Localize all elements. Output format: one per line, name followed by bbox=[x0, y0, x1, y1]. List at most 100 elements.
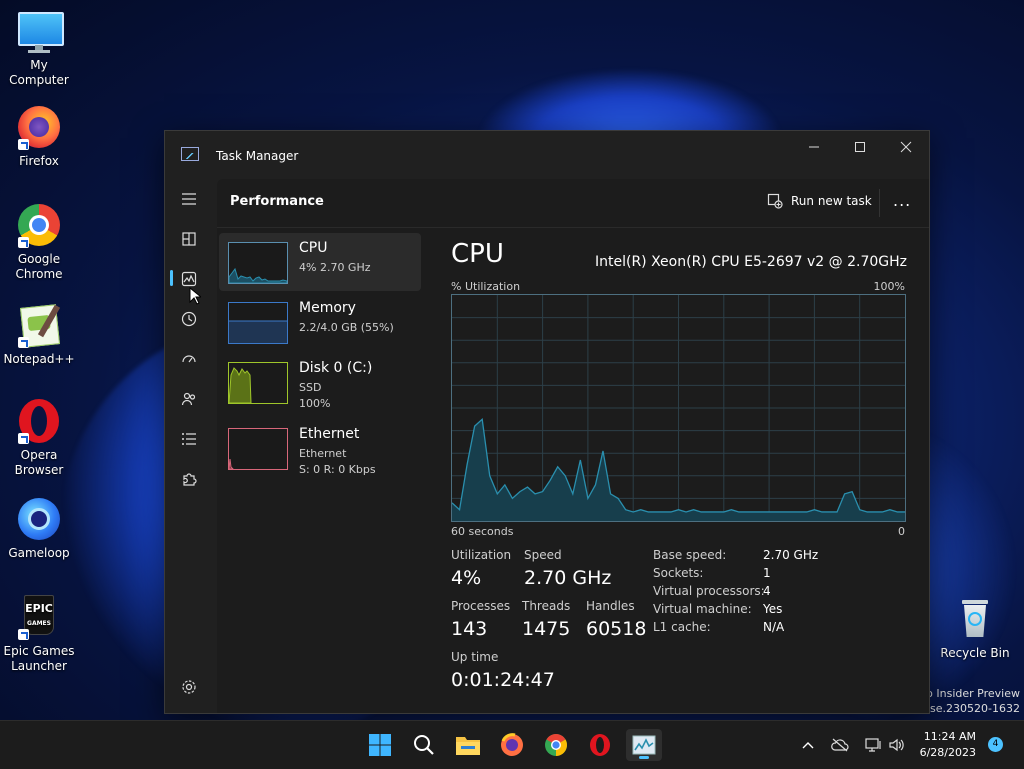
chrome-icon bbox=[16, 202, 62, 248]
performance-icon bbox=[181, 271, 197, 287]
list-item-cpu[interactable]: CPU 4% 2.70 GHz bbox=[219, 233, 421, 291]
speedometer-icon bbox=[182, 355, 196, 363]
firefox-icon bbox=[501, 733, 523, 756]
firefox-icon bbox=[16, 104, 62, 150]
more-options-button[interactable]: ... bbox=[893, 191, 911, 210]
network-icon bbox=[865, 738, 881, 752]
hamburger-icon bbox=[182, 193, 196, 205]
memory-thumbnail-graph bbox=[228, 302, 288, 344]
list-item-name: Disk 0 (C:) bbox=[299, 360, 373, 376]
nav-services-button[interactable] bbox=[171, 461, 207, 497]
start-button[interactable] bbox=[362, 729, 398, 761]
nav-app-history-button[interactable] bbox=[171, 301, 207, 337]
desktop-icon-my-computer[interactable]: My Computer bbox=[0, 8, 78, 88]
list-item-detail: SSD bbox=[299, 381, 322, 394]
hamburger-menu-button[interactable] bbox=[171, 181, 207, 217]
nav-settings-button[interactable] bbox=[171, 669, 207, 705]
desktop-icon-label: Recycle Bin bbox=[940, 646, 1010, 660]
cpu-model-name: Intel(R) Xeon(R) CPU E5-2697 v2 @ 2.70GH… bbox=[595, 254, 907, 270]
epic-games-icon: EPIC GAMES bbox=[16, 594, 62, 640]
gear-icon bbox=[182, 680, 196, 694]
nav-startup-apps-button[interactable] bbox=[171, 341, 207, 377]
windows-logo-icon bbox=[369, 734, 391, 756]
handles-label: Handles bbox=[586, 599, 635, 613]
uptime-label: Up time bbox=[451, 650, 499, 664]
spec-key: Virtual processors: bbox=[653, 584, 765, 598]
desktop-icon-label: Opera Browser bbox=[14, 448, 64, 477]
desktop-icon-recycle-bin[interactable]: Recycle Bin bbox=[936, 596, 1014, 661]
utilization-value: 4% bbox=[451, 567, 482, 589]
spec-value: 4 bbox=[763, 584, 771, 598]
search-button[interactable] bbox=[406, 729, 442, 761]
run-new-task-label: Run new task bbox=[791, 194, 872, 208]
nav-details-button[interactable] bbox=[171, 421, 207, 457]
recycle-bin-icon bbox=[952, 596, 998, 642]
page-header: Performance Run new task ... bbox=[217, 179, 929, 228]
navigation-rail bbox=[165, 179, 213, 713]
quick-settings-button[interactable] bbox=[858, 729, 912, 761]
handles-value: 60518 bbox=[586, 618, 647, 640]
spec-key: Base speed: bbox=[653, 548, 727, 562]
cpu-utilization-graph bbox=[451, 294, 906, 522]
desktop-icon-notepadpp[interactable]: Notepad++ bbox=[0, 302, 78, 367]
notification-badge[interactable]: 4 bbox=[988, 737, 1003, 752]
speed-label: Speed bbox=[524, 548, 562, 562]
notepadpp-icon bbox=[16, 302, 62, 348]
desktop-icon-label: Epic Games Launcher bbox=[3, 644, 75, 673]
list-item-memory[interactable]: Memory 2.2/4.0 GB (55%) bbox=[219, 293, 421, 351]
list-icon bbox=[182, 433, 196, 445]
list-item-detail: S: 0 R: 0 Kbps bbox=[299, 463, 376, 476]
onedrive-button[interactable] bbox=[824, 729, 856, 761]
desktop-icon-label: Notepad++ bbox=[3, 352, 75, 366]
utilization-label: Utilization bbox=[451, 548, 512, 562]
file-explorer-button[interactable] bbox=[450, 729, 486, 761]
opera-icon bbox=[16, 398, 62, 444]
list-item-detail: 4% 2.70 GHz bbox=[299, 261, 371, 274]
monitor-icon bbox=[16, 8, 64, 54]
list-item-detail: 2.2/4.0 GB (55%) bbox=[299, 321, 394, 334]
maximize-button[interactable] bbox=[837, 131, 883, 163]
chrome-icon bbox=[545, 734, 567, 756]
close-button[interactable] bbox=[883, 131, 929, 163]
close-icon bbox=[900, 141, 912, 153]
run-new-task-button[interactable]: Run new task bbox=[767, 193, 872, 209]
show-hidden-icons-button[interactable] bbox=[792, 729, 824, 761]
desktop-icon-label: Gameloop bbox=[8, 546, 70, 560]
list-item-detail: Ethernet bbox=[299, 447, 347, 460]
minimize-button[interactable] bbox=[791, 131, 837, 163]
taskbar-task-manager-button[interactable] bbox=[626, 729, 662, 761]
desktop-icon-epic-games[interactable]: EPIC GAMES Epic Games Launcher bbox=[0, 594, 78, 674]
task-manager-icon bbox=[632, 735, 656, 755]
threads-label: Threads bbox=[522, 599, 571, 613]
speed-value: 2.70 GHz bbox=[524, 567, 612, 589]
opera-icon bbox=[590, 734, 610, 756]
spec-value: 1 bbox=[763, 566, 771, 580]
desktop-icon-gameloop[interactable]: Gameloop bbox=[0, 496, 78, 561]
run-task-icon bbox=[767, 193, 783, 209]
page-title: Performance bbox=[230, 194, 324, 209]
window-title: Task Manager bbox=[216, 149, 299, 163]
list-item-disk[interactable]: Disk 0 (C:) SSD 100% bbox=[219, 353, 421, 411]
taskbar-firefox-button[interactable] bbox=[494, 729, 530, 761]
clock-date: 6/28/2023 bbox=[919, 746, 976, 759]
nav-users-button[interactable] bbox=[171, 381, 207, 417]
task-manager-icon bbox=[181, 147, 199, 161]
taskbar-opera-button[interactable] bbox=[582, 729, 618, 761]
disk-thumbnail-graph bbox=[228, 362, 288, 404]
desktop-icon-opera[interactable]: Opera Browser bbox=[0, 398, 78, 478]
taskbar-chrome-button[interactable] bbox=[538, 729, 574, 761]
search-icon bbox=[414, 735, 434, 755]
clock-button[interactable]: 11:24 AM 6/28/2023 bbox=[912, 729, 976, 761]
shortcut-arrow-icon bbox=[18, 237, 29, 248]
list-item-ethernet[interactable]: Ethernet Ethernet S: 0 R: 0 Kbps bbox=[219, 419, 421, 477]
desktop-icon-firefox[interactable]: Firefox bbox=[0, 104, 78, 169]
history-icon bbox=[181, 311, 197, 327]
maximize-icon bbox=[855, 142, 865, 152]
nav-processes-button[interactable] bbox=[171, 221, 207, 257]
cpu-heading: CPU bbox=[451, 239, 504, 269]
desktop-icon-chrome[interactable]: Google Chrome bbox=[0, 202, 78, 282]
spec-key: L1 cache: bbox=[653, 620, 711, 634]
graph-y-axis-label: % Utilization bbox=[451, 280, 521, 293]
title-bar[interactable]: Task Manager bbox=[165, 131, 929, 179]
active-app-indicator bbox=[639, 756, 649, 759]
